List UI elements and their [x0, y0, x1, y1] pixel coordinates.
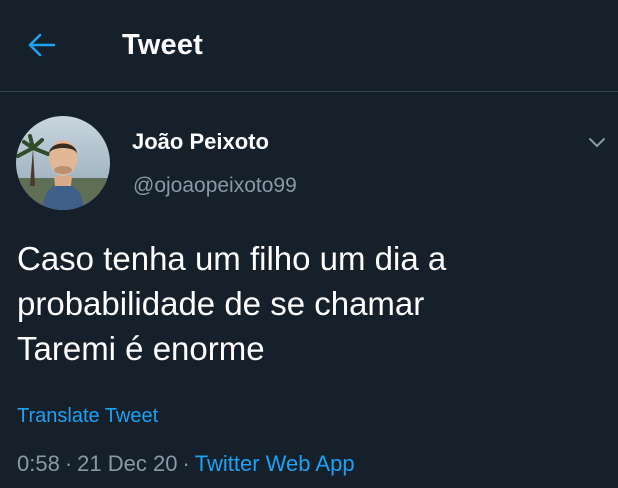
tweet-metadata: 0:58 · 21 Dec 20 · Twitter Web App — [17, 450, 355, 478]
top-bar: Tweet — [0, 0, 618, 92]
author-handle[interactable]: @ojoaopeixoto99 — [133, 172, 297, 200]
chevron-down-icon — [589, 138, 605, 147]
tweet-date: 21 Dec 20 — [77, 451, 178, 476]
tweet-text: Caso tenha um filho um dia a probabilida… — [17, 240, 447, 367]
separator: · — [64, 451, 73, 476]
page-title: Tweet — [122, 29, 204, 61]
arrow-left-icon — [28, 33, 56, 57]
avatar[interactable] — [16, 116, 110, 210]
back-button[interactable] — [22, 28, 62, 62]
tweet-time: 0:58 — [17, 451, 60, 476]
tweet-source-link[interactable]: Twitter Web App — [195, 451, 355, 476]
separator: · — [182, 451, 190, 476]
translate-tweet-link[interactable]: Translate Tweet — [17, 403, 158, 429]
more-options-button[interactable] — [584, 132, 610, 152]
author-display-name[interactable]: João Peixoto — [132, 128, 269, 156]
